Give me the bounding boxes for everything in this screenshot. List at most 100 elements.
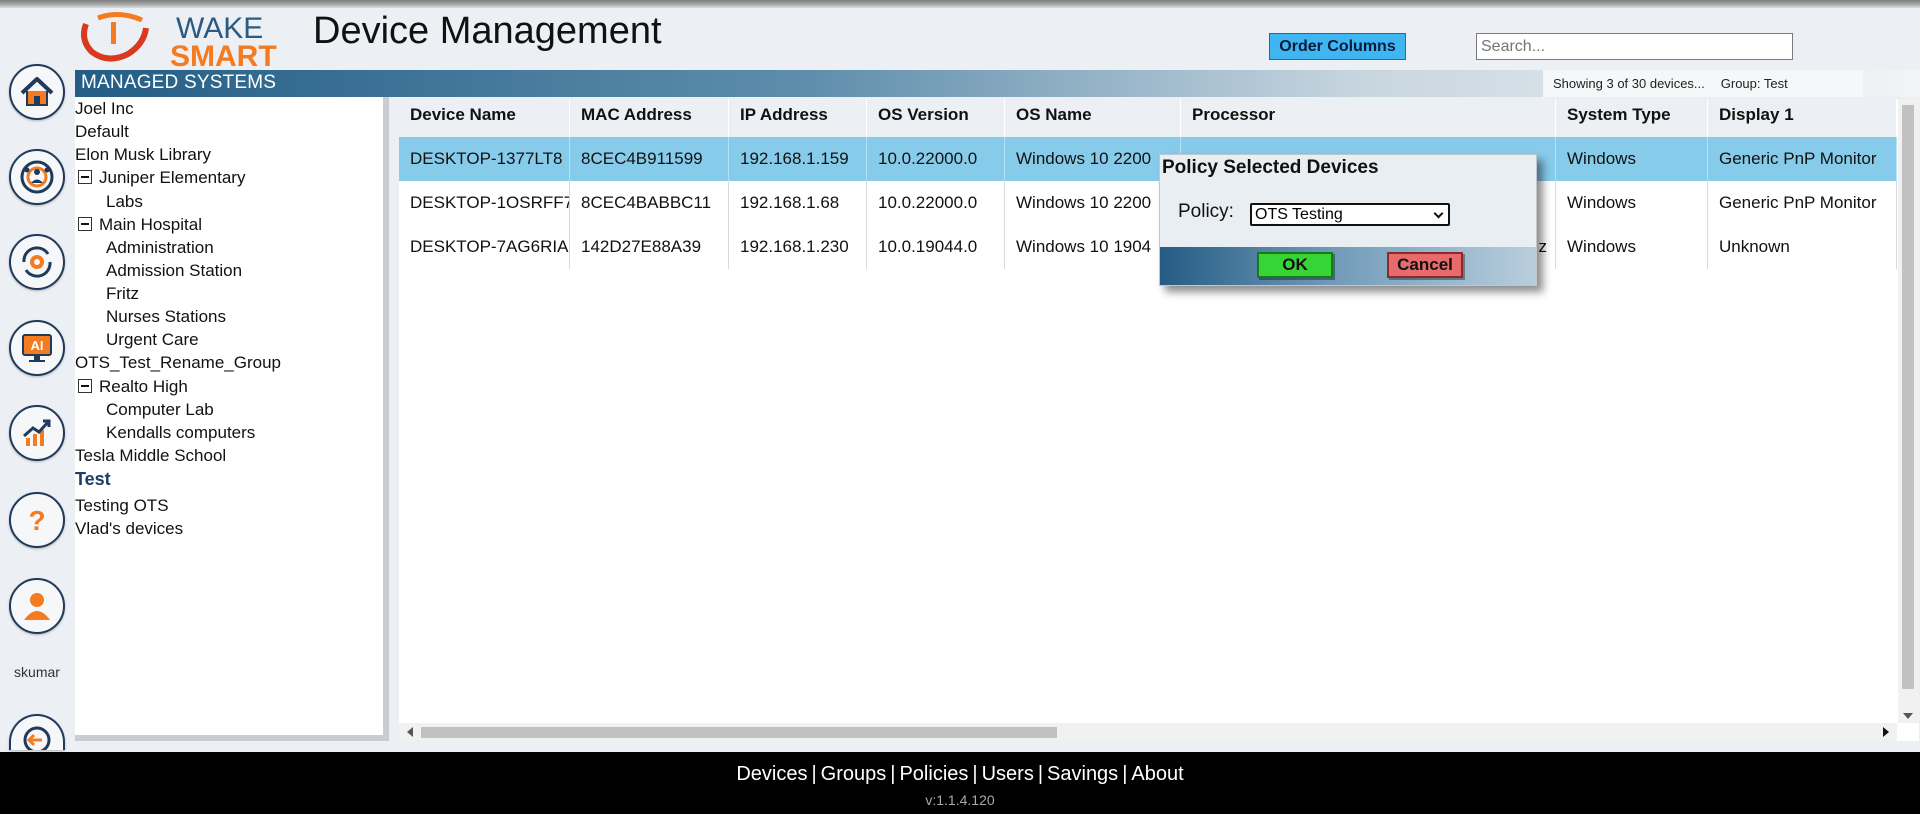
column-header[interactable]: Display 1 (1708, 99, 1897, 137)
left-rail: AI ? skumar (0, 8, 74, 752)
ok-button[interactable]: OK (1257, 252, 1333, 278)
grid-header: Device Name MAC Address IP Address OS Versi… (399, 99, 1897, 137)
current-group-text: Group: Test (1720, 76, 1788, 91)
table-cell: DESKTOP-7AG6RIA (399, 225, 570, 269)
column-header[interactable]: OS Version (867, 99, 1005, 137)
dialog-button-bar: OK Cancel (1160, 247, 1536, 285)
policy-dialog: Policy Selected Devices Policy: OTS Test… (1159, 154, 1537, 286)
savings-chart-icon (23, 419, 51, 446)
tree-item[interactable]: Juniper Elementary (99, 166, 245, 189)
collapse-toggle-icon[interactable] (78, 170, 92, 184)
footer-link[interactable]: Users (982, 763, 1034, 785)
vertical-scroll-thumb[interactable] (1902, 105, 1914, 689)
tree-item[interactable]: Labs (106, 190, 143, 213)
table-cell: 192.168.1.68 (729, 181, 867, 225)
tree-item[interactable]: Nurses Stations (106, 305, 226, 328)
tree-item[interactable]: Elon Musk Library (75, 143, 211, 166)
footer-separator: | (1122, 763, 1128, 785)
dialog-title: Policy Selected Devices (1162, 157, 1379, 178)
footer-separator: | (1037, 763, 1044, 785)
table-cell: Windows (1556, 225, 1708, 269)
policies-button[interactable] (9, 234, 65, 290)
tree-item[interactable]: OTS_Test_Rename_Group (75, 351, 281, 374)
table-cell: Unknown (1708, 225, 1897, 269)
horizontal-scrollbar[interactable] (399, 723, 1897, 741)
policy-select-value: OTS Testing (1255, 206, 1343, 223)
footer-separator: | (972, 763, 978, 785)
tree-item[interactable]: Test (75, 468, 111, 491)
column-header[interactable]: IP Address (729, 99, 867, 137)
managed-systems-banner: MANAGED SYSTEMS Showing 3 of 30 devices.… (75, 70, 1920, 97)
horizontal-scroll-thumb[interactable] (421, 727, 1057, 738)
column-header[interactable]: System Type (1556, 99, 1708, 137)
footer-link[interactable]: About (1131, 763, 1183, 785)
tree-item[interactable]: Kendalls computers (106, 421, 255, 444)
wakesmart-logo: WAKE SMART (78, 10, 278, 73)
table-cell: Generic PnP Monitor (1708, 137, 1897, 181)
collapse-toggle-icon[interactable] (78, 217, 92, 231)
footer-separator: | (890, 763, 896, 785)
groups-button[interactable] (9, 149, 65, 205)
table-row[interactable]: DESKTOP-1377LT8 8CEC4B911599 192.168.1.159… (399, 137, 1897, 181)
table-cell: 8CEC4B911599 (570, 137, 729, 181)
vertical-scrollbar[interactable] (1898, 99, 1919, 723)
footer: Devices | Groups | Policies | Users | Savings | Ab… (0, 752, 1920, 814)
svg-text:AI: AI (31, 338, 44, 353)
tree-item[interactable]: Urgent Care (106, 328, 199, 351)
tree-item[interactable]: Vlad's devices (75, 517, 183, 540)
column-header[interactable]: OS Name (1005, 99, 1181, 137)
table-cell: Generic PnP Monitor (1708, 181, 1897, 225)
tree-item[interactable]: Joel Inc (75, 97, 134, 120)
policy-select[interactable]: OTS Testing (1250, 203, 1450, 226)
group-tree: Joel Inc Default Elon Musk Library Juniper … (75, 97, 389, 741)
table-cell: 142D27E88A39 (570, 225, 729, 269)
tree-item[interactable]: Testing OTS (75, 494, 169, 517)
username-label: skumar (14, 664, 60, 680)
user-icon (24, 593, 50, 620)
collapse-toggle-icon[interactable] (78, 379, 92, 393)
table-cell: Windows (1556, 137, 1708, 181)
settings-cycle-icon (22, 246, 52, 278)
home-button[interactable] (9, 64, 65, 120)
table-cell: 8CEC4BABBC11 (570, 181, 729, 225)
scroll-right-arrow-icon[interactable] (1883, 727, 1889, 737)
savings-button[interactable] (9, 405, 65, 461)
scroll-left-arrow-icon[interactable] (407, 727, 413, 737)
tree-item[interactable]: Fritz (106, 282, 139, 305)
help-button[interactable]: ? (9, 492, 65, 548)
table-row[interactable]: DESKTOP-7AG6RIA 142D27E88A39 192.168.1.230… (399, 225, 1897, 269)
logo-text-smart: SMART (170, 40, 277, 68)
tree-item[interactable]: Computer Lab (106, 398, 214, 421)
search-input[interactable] (1476, 33, 1793, 60)
device-count-text: Showing 3 of 30 devices... (1553, 76, 1705, 91)
tree-item[interactable]: Default (75, 120, 129, 143)
page-title: Device Management (313, 10, 662, 52)
footer-link[interactable]: Savings (1047, 763, 1118, 785)
tree-item[interactable]: Main Hospital (99, 213, 202, 236)
tree-item[interactable]: Admission Station (106, 259, 242, 282)
table-cell: 10.0.19044.0 (867, 225, 1005, 269)
table-row[interactable]: DESKTOP-1OSRFF7 8CEC4BABBC11 192.168.1.68 1… (399, 181, 1897, 225)
footer-link[interactable]: Groups (821, 763, 887, 785)
table-cell: Windows (1556, 181, 1708, 225)
table-cell: Windows 10 2200 (1005, 181, 1181, 225)
logout-button[interactable] (9, 714, 65, 750)
order-columns-button[interactable]: Order Columns (1269, 33, 1406, 60)
footer-link[interactable]: Policies (899, 763, 968, 785)
column-header[interactable]: MAC Address (570, 99, 729, 137)
home-icon (20, 77, 54, 106)
table-cell: Windows 10 2200 (1005, 137, 1181, 181)
footer-link[interactable]: Devices (736, 763, 807, 785)
table-cell: 192.168.1.159 (729, 137, 867, 181)
tree-item[interactable]: Tesla Middle School (75, 444, 226, 467)
column-header[interactable]: Device Name (399, 99, 570, 137)
ai-button[interactable]: AI (9, 320, 65, 376)
column-header[interactable]: Processor (1181, 99, 1556, 137)
tree-item[interactable]: Realto High (99, 375, 188, 398)
tree-item[interactable]: Administration (106, 236, 214, 259)
table-cell: DESKTOP-1377LT8 (399, 137, 570, 181)
scroll-down-arrow-icon[interactable] (1903, 713, 1913, 719)
user-profile-button[interactable] (9, 578, 65, 634)
footer-separator: | (811, 763, 817, 785)
cancel-button[interactable]: Cancel (1387, 252, 1463, 278)
